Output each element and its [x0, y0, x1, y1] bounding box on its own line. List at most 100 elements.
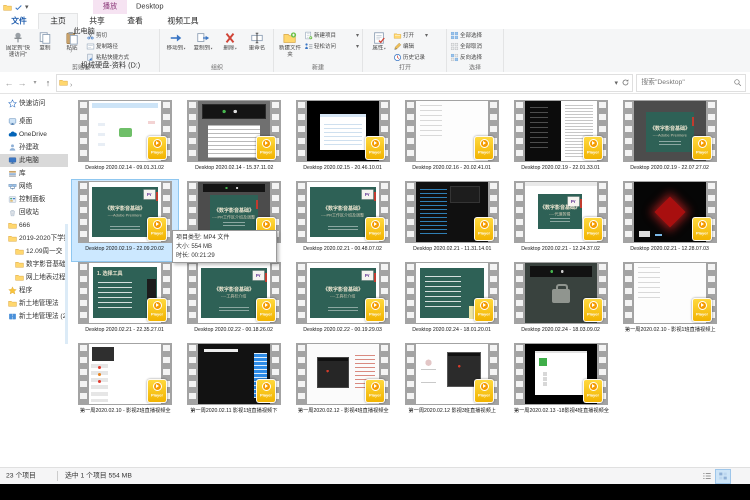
play-icon: [262, 382, 271, 391]
breadcrumb-separator[interactable]: ›: [69, 48, 73, 55]
context-tab-play[interactable]: 播放: [93, 0, 127, 14]
premiere-logo: Pr: [253, 271, 264, 280]
sidebar-item[interactable]: 桌面: [0, 115, 68, 128]
sidebar-item[interactable]: 数字影音基础相关: [0, 258, 68, 271]
recent-locations-dropdown[interactable]: ▾: [30, 79, 40, 86]
file-item[interactable]: Player Desktop 2020.02.19 - 22.01.33.01: [508, 99, 614, 180]
tab-file[interactable]: 文件: [0, 14, 38, 29]
ribbon-button[interactable]: 全部选择: [450, 30, 500, 41]
breadcrumb-item[interactable]: 机械硬盘-资料 (D:): [69, 58, 152, 74]
file-item[interactable]: Player 第一周2020.02.13 -18影视4班直播视频全: [508, 342, 614, 423]
delete-icon: [223, 31, 237, 45]
search-box[interactable]: [636, 74, 746, 92]
thumbnail-view-button[interactable]: [716, 470, 730, 483]
potplayer-badge: Player: [365, 298, 385, 322]
file-item[interactable]: 《数字影音基础》 ----Adobe Premiere Player Deskt…: [617, 99, 723, 180]
search-input[interactable]: [640, 78, 703, 87]
filmstrip-frame: Player: [405, 343, 499, 405]
sidebar-item[interactable]: 快速访问: [0, 97, 68, 110]
file-item[interactable]: Player 第一周2020.02.11 影视1班直播视频下: [181, 342, 287, 423]
play-icon: [698, 139, 707, 148]
file-name: 第一周2020.02.10 - 影视2班直播视频全: [72, 408, 178, 418]
ribbon-button[interactable]: 打开▾: [393, 30, 443, 41]
sidebar-item[interactable]: 回收站: [0, 206, 68, 219]
ribbon-button[interactable]: 全部取消: [450, 41, 500, 52]
file-item[interactable]: Player Desktop 2020.02.14 - 09.01.31.02: [72, 99, 178, 180]
edit-icon: [393, 42, 402, 51]
sidebar-item[interactable]: 程序: [0, 284, 68, 297]
ribbon-button[interactable]: 新建文件夹: [277, 30, 303, 58]
sidebar-item[interactable]: 新土地管理法: [0, 297, 68, 310]
quick-access-toolbar[interactable]: ▾: [0, 3, 29, 12]
file-item[interactable]: Player 第一周2020.02.12 影视3班直播视频上: [399, 342, 505, 423]
search-icon: [733, 74, 742, 92]
sidebar-item[interactable]: 控制面板: [0, 193, 68, 206]
file-item[interactable]: Player Desktop 2020.02.14 - 15.37.11.02: [181, 99, 287, 180]
folder-icon: [8, 299, 17, 308]
file-item[interactable]: Player Desktop 2020.02.21 - 12.28.07.03: [617, 180, 723, 261]
ribbon-button[interactable]: 新建项目▾: [304, 30, 359, 41]
status-bar: 23 个项目 选中 1 个项目 554 MB: [0, 467, 750, 484]
sidebar-item[interactable]: OneDrive: [0, 128, 68, 141]
ribbon-button[interactable]: 编辑: [393, 41, 443, 52]
status-separator: [57, 471, 58, 481]
file-item[interactable]: Player Desktop 2020.02.15 - 20.46.10.01: [290, 99, 396, 180]
file-item[interactable]: 《数字影音基础》 ----工具栏介绍 Pr Player Desktop 202…: [181, 261, 287, 342]
main-content: 快速访问桌面OneDrive孙建政此电脑库网络控制面板回收站6662019-20…: [0, 94, 750, 468]
ribbon-button[interactable]: 轻松访问▾: [304, 41, 359, 52]
bottom-black-band: [0, 484, 750, 500]
potplayer-badge: Player: [365, 379, 385, 403]
file-item[interactable]: Player 第一周2020.02.10 - 影视2班直播视频全: [72, 342, 178, 423]
file-item[interactable]: Player Desktop 2020.02.21 - 11.31.14.01: [399, 180, 505, 261]
ribbon-button[interactable]: 属性▾: [366, 30, 392, 58]
refresh-icon[interactable]: [621, 74, 630, 92]
filmstrip-frame: Player: [623, 181, 717, 243]
address-box[interactable]: 此电脑›机械硬盘-资料 (D:)›3.输出文件夹›Desktop ▾: [56, 74, 633, 92]
chevron-down-icon[interactable]: ▾: [25, 3, 29, 11]
file-item[interactable]: 《数字影音基础》 ----代理剪辑 Pr Player Desktop 2020…: [508, 180, 614, 261]
sidebar-item[interactable]: 12.09周一交: [0, 245, 68, 258]
ribbon-button[interactable]: 反向选择: [450, 52, 500, 63]
up-button[interactable]: ↑: [43, 78, 53, 88]
folder-icon: [15, 273, 24, 282]
sidebar-item[interactable]: 此电脑: [0, 154, 68, 167]
sidebar-item[interactable]: 网络: [0, 180, 68, 193]
breadcrumb-item[interactable]: 此电脑: [69, 24, 152, 40]
ribbon-button[interactable]: 历史记录: [393, 52, 443, 63]
play-icon: [262, 220, 271, 229]
sidebar-item[interactable]: 新土地管理法 (2): [0, 310, 68, 323]
potplayer-badge: Player: [256, 136, 276, 160]
ribbon-group: 移动到▾ 复制到▾ 删除▾ 重命名 组织: [160, 29, 274, 72]
filmstrip-frame: Player: [405, 181, 499, 243]
file-item[interactable]: Player Desktop 2020.02.24 - 18.03.09.02: [508, 261, 614, 342]
file-item[interactable]: 《数字影音基础》 ----PR工作区介绍及调整 Pr Player Deskto…: [290, 180, 396, 261]
play-icon: [262, 301, 271, 310]
file-item[interactable]: Player Desktop 2020.02.24 - 18.01.20.01: [399, 261, 505, 342]
window-title: Desktop: [136, 0, 173, 14]
breadcrumb-separator[interactable]: ›: [69, 82, 73, 89]
play-icon: [153, 220, 162, 229]
sidebar-item[interactable]: 库: [0, 167, 68, 180]
list-view-button[interactable]: [700, 470, 714, 483]
ribbon-button[interactable]: 固定到"快速访问": [5, 30, 31, 58]
tab-4[interactable]: 视频工具: [154, 14, 212, 29]
file-item[interactable]: Player 第一周2020.02.12 - 影视4班直播视频全: [290, 342, 396, 423]
forward-button[interactable]: →: [17, 78, 27, 88]
back-button[interactable]: ←: [4, 78, 14, 88]
play-icon: [153, 301, 162, 310]
file-area: Player Desktop 2020.02.14 - 09.01.31.02 …: [68, 94, 750, 468]
file-item[interactable]: Player 第一周2020.02.10 - 影视1班直播视频上: [617, 261, 723, 342]
file-item[interactable]: 1. 选择工具 Player Desktop 2020.02.21 - 22.3…: [72, 261, 178, 342]
sidebar-item[interactable]: 孙建政: [0, 141, 68, 154]
play-icon: [698, 220, 707, 229]
potplayer-badge: Player: [474, 298, 494, 322]
file-item[interactable]: 《数字影音基础》 ----Adobe Premiere Pr Player De…: [72, 180, 178, 261]
play-icon: [480, 301, 489, 310]
sidebar-item[interactable]: 666: [0, 219, 68, 232]
file-item[interactable]: Player Desktop 2020.02.16 - 20.02.41.01: [399, 99, 505, 180]
file-explorer-window: ▾ 播放 Desktop 文件 主页共享查看视频工具 固定到"快速访问" 复制 …: [0, 0, 750, 500]
sidebar-item[interactable]: 2019-2020下学期随: [0, 232, 68, 245]
sidebar-item[interactable]: 网上地表过程存留: [0, 271, 68, 284]
address-dropdown-icon[interactable]: ▾: [614, 79, 618, 87]
file-item[interactable]: 《数字影音基础》 ----工具栏介绍 Pr Player Desktop 202…: [290, 261, 396, 342]
